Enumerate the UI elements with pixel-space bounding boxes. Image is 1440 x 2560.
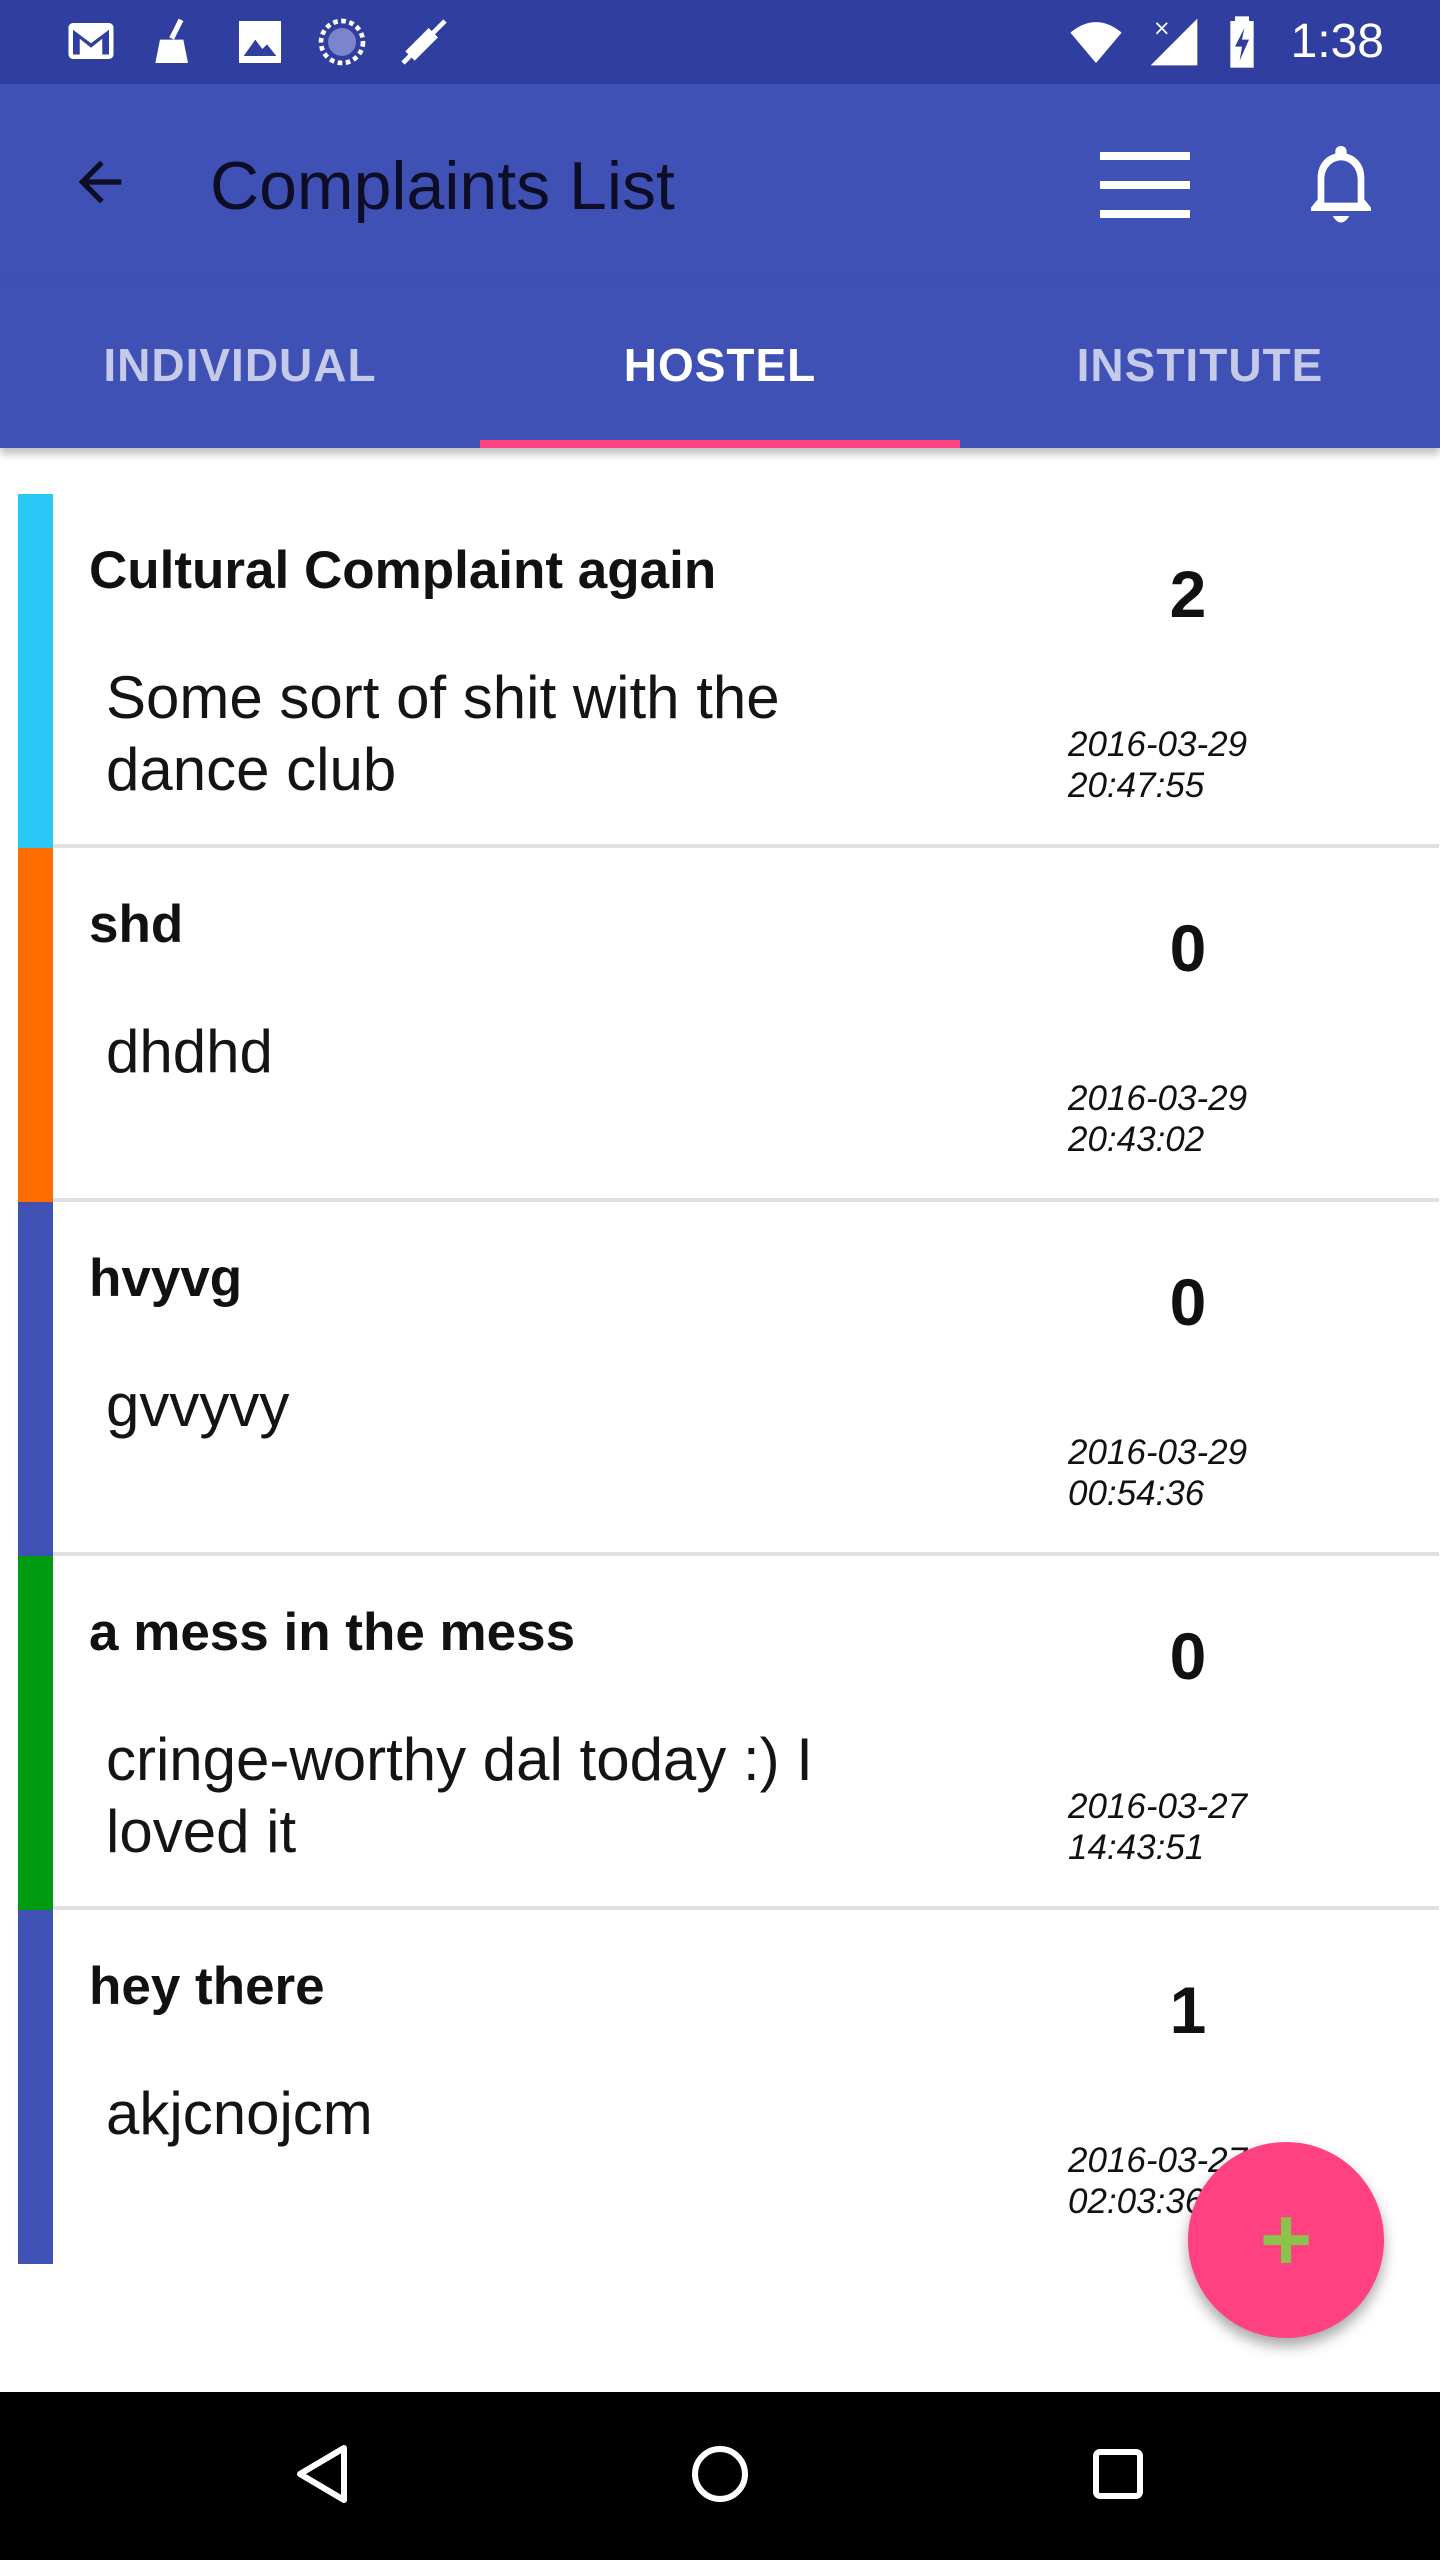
- muted-icon: [394, 14, 454, 75]
- complaint-description: akjcnojcm: [106, 2080, 373, 2147]
- wifi-icon: [1066, 14, 1126, 75]
- complaint-count: 2: [1169, 557, 1207, 631]
- tab-individual[interactable]: INDIVIDUAL: [0, 282, 480, 448]
- complaint-time: 20:43:02: [1068, 1120, 1205, 1159]
- complaint-item[interactable]: hvyvg gvvyvy 0 2016-03-29 00:54:36: [18, 1202, 1439, 1556]
- plus-icon: +: [1259, 2190, 1313, 2290]
- signal-icon: ×: [1146, 14, 1202, 75]
- complaint-description: gvvyvy: [106, 1372, 290, 1439]
- tab-institute[interactable]: INSTITUTE: [960, 282, 1440, 448]
- complaint-count: 0: [1169, 1265, 1207, 1339]
- complaint-title: hey there: [89, 1957, 325, 2016]
- category-color-bar: [18, 1556, 53, 1910]
- complaint-count: 0: [1169, 911, 1207, 985]
- arrow-back-icon: [68, 150, 132, 219]
- complaint-date: 2016-03-27: [1068, 1787, 1248, 1826]
- complaint-description: Some sort of shit with the dance club: [106, 664, 780, 803]
- status-bar: × 1:38: [0, 0, 1440, 84]
- nav-home-button[interactable]: [670, 2426, 770, 2526]
- circle-home-icon: [690, 2444, 750, 2509]
- complaint-description: cringe-worthy dal today :) I loved it: [106, 1726, 813, 1865]
- category-color-bar: [18, 1910, 53, 2264]
- nav-back-button[interactable]: [272, 2426, 372, 2526]
- complaint-item[interactable]: shd dhdhd 0 2016-03-29 20:43:02: [18, 848, 1439, 1202]
- sync-icon: [314, 14, 370, 75]
- complaint-description: dhdhd: [106, 1018, 273, 1085]
- svg-text:×: ×: [1153, 16, 1171, 40]
- complaint-timestamp: 2016-03-27 14:43:51: [1068, 1786, 1247, 1868]
- complaint-title: shd: [89, 895, 184, 954]
- complaint-title: Cultural Complaint again: [89, 541, 717, 600]
- category-color-bar: [18, 1202, 53, 1556]
- tab-hostel[interactable]: HOSTEL: [480, 282, 960, 448]
- menu-button[interactable]: [1090, 132, 1200, 242]
- category-color-bar: [18, 848, 53, 1202]
- complaint-date: 2016-03-29: [1068, 1079, 1248, 1118]
- complaint-item[interactable]: a mess in the mess cringe-worthy dal tod…: [18, 1556, 1439, 1910]
- complaint-time: 00:54:36: [1068, 1474, 1205, 1513]
- complaint-time: 14:43:51: [1068, 1828, 1205, 1867]
- complaint-timestamp: 2016-03-29 20:47:55: [1068, 724, 1247, 806]
- gmail-icon: [64, 14, 118, 73]
- image-icon: [232, 14, 288, 75]
- tab-bar: INDIVIDUAL HOSTEL INSTITUTE: [0, 282, 1440, 448]
- add-complaint-button[interactable]: +: [1188, 2142, 1384, 2338]
- complaint-item[interactable]: Cultural Complaint again Some sort of sh…: [18, 494, 1439, 848]
- complaint-date: 2016-03-29: [1068, 1433, 1248, 1472]
- complaint-timestamp: 2016-03-29 00:54:36: [1068, 1432, 1247, 1514]
- cleaner-icon: [146, 14, 202, 75]
- complaint-title: hvyvg: [89, 1249, 243, 1308]
- complaint-time: 20:47:55: [1068, 766, 1205, 805]
- tab-indicator: [480, 440, 960, 448]
- complaint-timestamp: 2016-03-29 20:43:02: [1068, 1078, 1247, 1160]
- back-button[interactable]: [50, 134, 150, 234]
- menu-icon: [1100, 151, 1190, 223]
- square-recents-icon: [1092, 2448, 1144, 2505]
- triangle-back-icon: [292, 2442, 352, 2511]
- clock: 1:38: [1290, 15, 1384, 68]
- page-title: Complaints List: [210, 148, 675, 224]
- notifications-button[interactable]: [1286, 128, 1396, 248]
- bell-icon: [1301, 138, 1381, 239]
- category-color-bar: [18, 494, 53, 848]
- complaint-count: 1: [1169, 1973, 1207, 2047]
- navigation-bar: [0, 2392, 1440, 2560]
- app-bar: Complaints List: [0, 84, 1440, 282]
- complaint-count: 0: [1169, 1619, 1207, 1693]
- nav-recents-button[interactable]: [1068, 2426, 1168, 2526]
- complaints-list: Cultural Complaint again Some sort of sh…: [18, 494, 1439, 2264]
- battery-charging-icon: [1222, 14, 1262, 75]
- complaint-title: a mess in the mess: [89, 1603, 576, 1662]
- complaint-date: 2016-03-29: [1068, 725, 1248, 764]
